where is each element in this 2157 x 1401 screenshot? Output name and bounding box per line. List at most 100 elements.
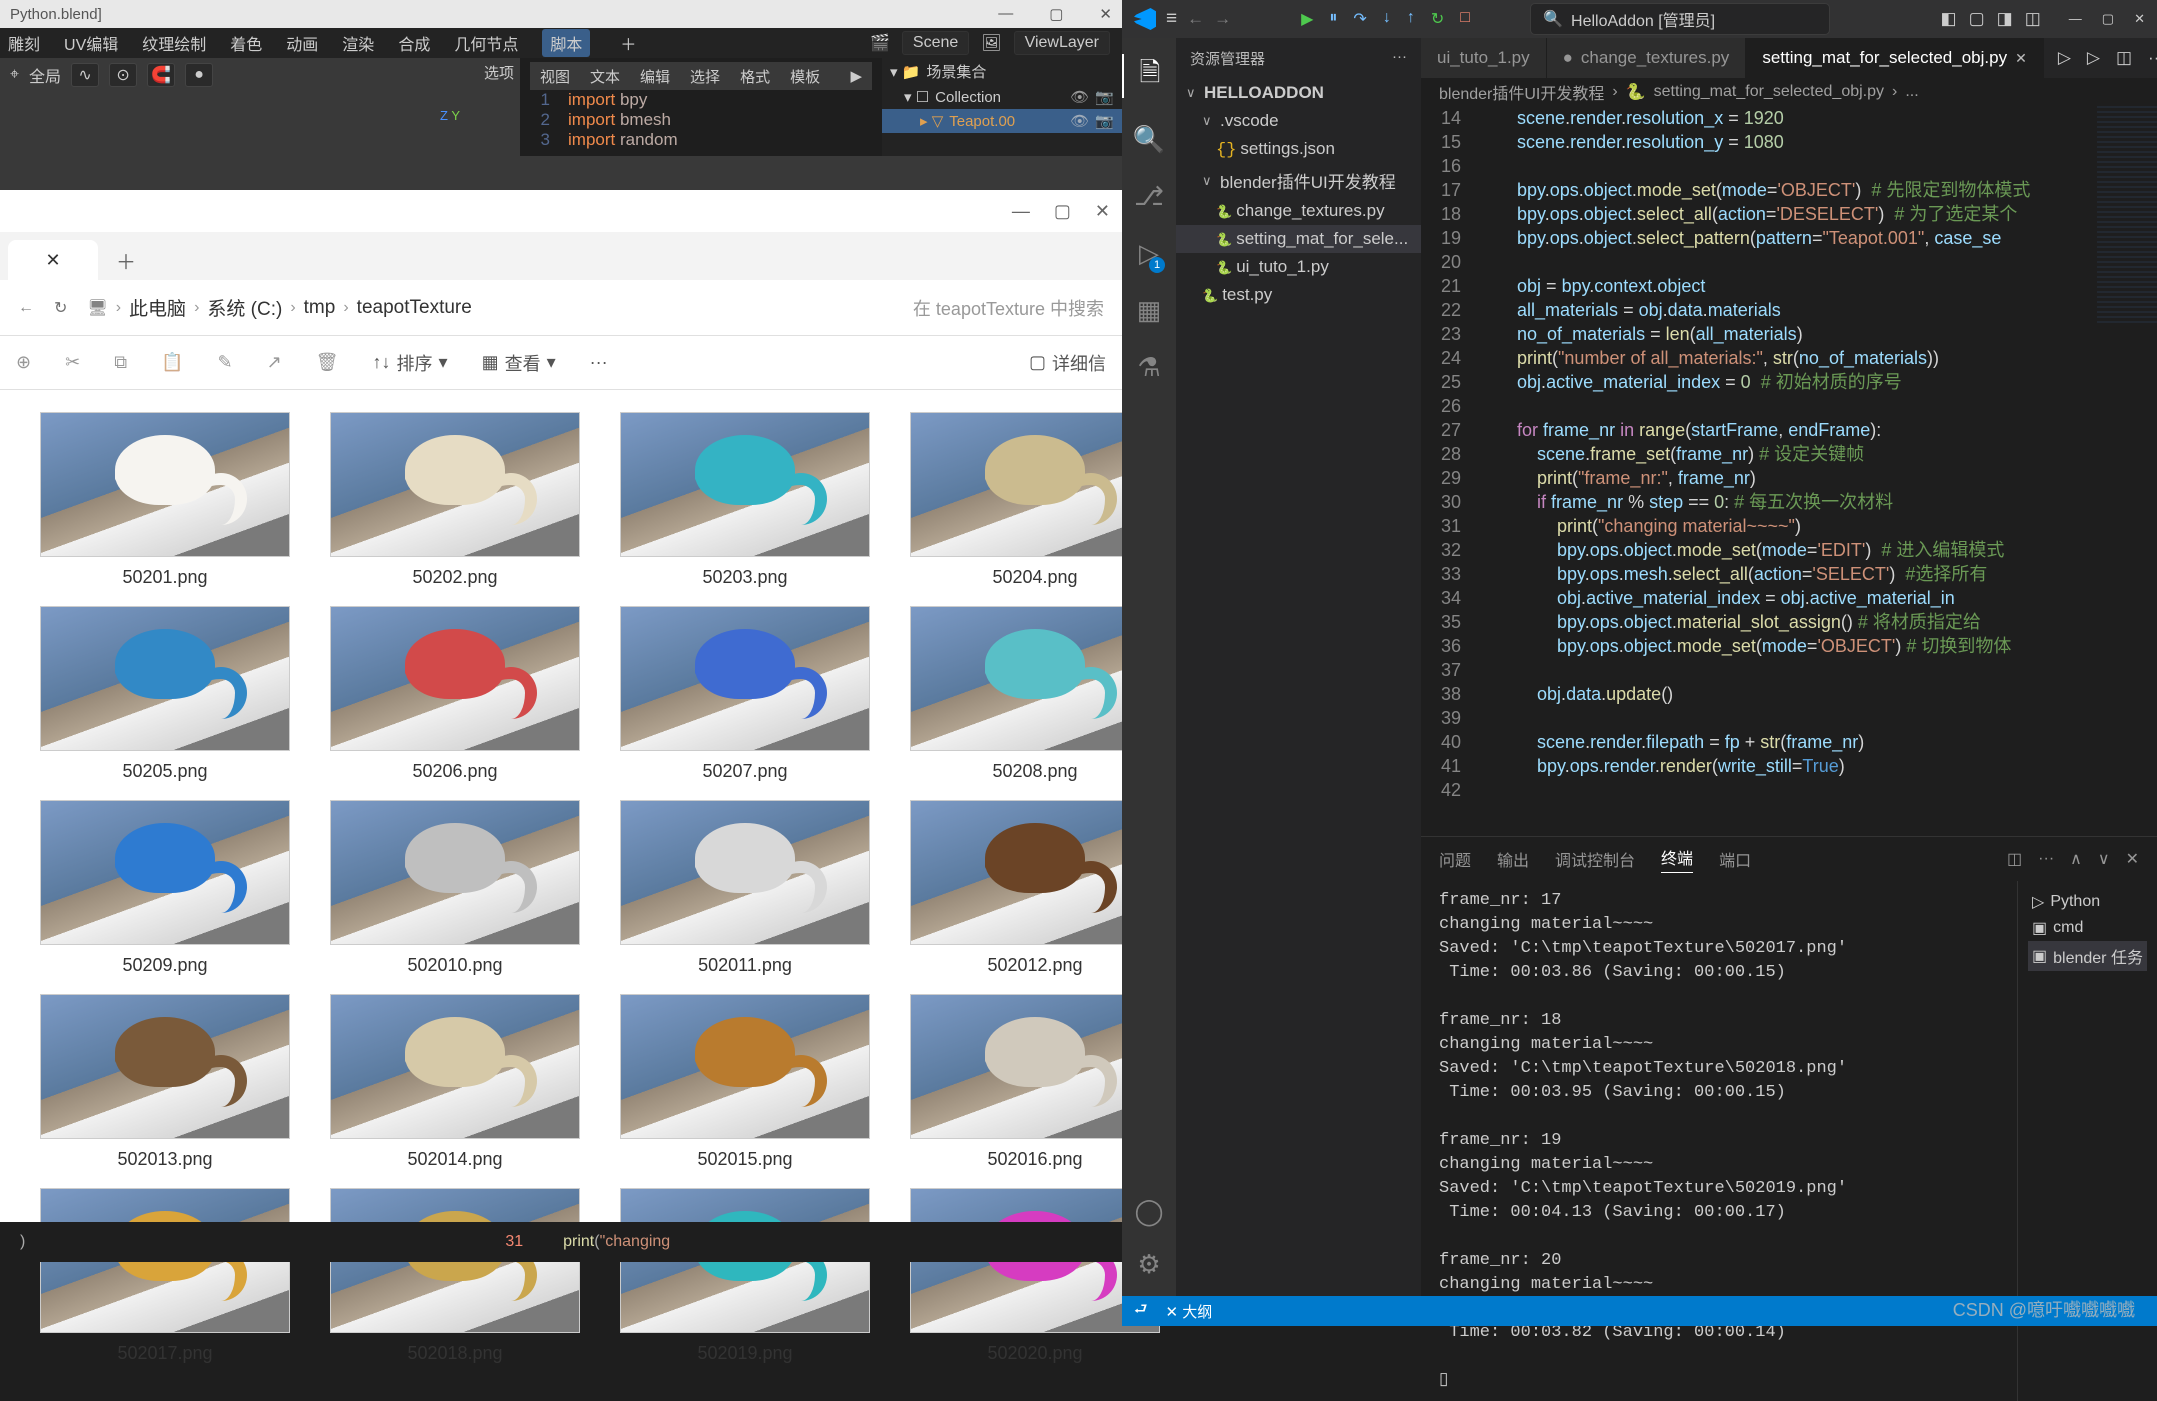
layout-icon[interactable]: ◧: [1941, 9, 1957, 29]
accounts-icon[interactable]: ◯: [1134, 1196, 1163, 1227]
debug-stop-icon[interactable]: □: [1460, 9, 1470, 29]
panel-tab[interactable]: 问题: [1439, 847, 1471, 871]
collection-icon[interactable]: ▾ ☐: [904, 88, 929, 106]
layout-icon[interactable]: ◨: [1997, 9, 2013, 29]
debug-stepout-icon[interactable]: ↑: [1407, 9, 1415, 29]
camera-icon[interactable]: 📷: [1095, 112, 1114, 130]
breadcrumb[interactable]: tmp: [304, 297, 336, 319]
ws-tab[interactable]: 合成: [398, 31, 430, 55]
viewport-options[interactable]: 选项: [484, 62, 514, 83]
eye-icon[interactable]: 👁: [1070, 112, 1089, 130]
copy-icon[interactable]: ⧉: [114, 352, 127, 373]
rename-icon[interactable]: ✎: [217, 352, 232, 373]
axis-z-icon[interactable]: Z: [440, 108, 448, 123]
blender-outliner[interactable]: ▾ 📁场景集合 ▾ ☐Collection👁📷 ▸ ▽Teapot.00👁📷: [882, 58, 1122, 156]
close-icon[interactable]: ✕: [2134, 11, 2145, 27]
activity-scm-icon[interactable]: ⎇: [1134, 181, 1164, 212]
back-icon[interactable]: ←: [18, 299, 34, 317]
debug-stepover-icon[interactable]: ↷: [1353, 9, 1366, 29]
scene-field[interactable]: Scene: [902, 31, 969, 55]
restore-icon[interactable]: ▢: [1054, 201, 1071, 222]
magnet-icon[interactable]: 🧲: [147, 63, 175, 87]
tree-file[interactable]: change_textures.py: [1176, 197, 1421, 225]
file-thumbnail[interactable]: [620, 606, 870, 751]
minimize-icon[interactable]: —: [1012, 201, 1030, 222]
close-icon[interactable]: ✕: [1099, 5, 1112, 23]
split-icon[interactable]: ◫: [2116, 48, 2132, 68]
run-icon[interactable]: ▶: [850, 67, 862, 85]
pc-icon[interactable]: 🖥: [87, 298, 107, 318]
command-center[interactable]: 🔍 HelloAddon [管理员]: [1530, 3, 1830, 35]
explorer-tab[interactable]: ✕: [8, 240, 98, 280]
activity-files-icon[interactable]: 🗎: [1122, 54, 1176, 98]
editor-tab[interactable]: ●change_textures.py: [1547, 38, 1747, 78]
breadcrumb[interactable]: 此电脑: [129, 294, 186, 321]
panel-up-icon[interactable]: ∧: [2070, 849, 2082, 869]
file-item[interactable]: 50202.png: [330, 412, 580, 588]
file-item[interactable]: 502015.png: [620, 994, 870, 1170]
tree-folder[interactable]: ∨.vscode: [1176, 107, 1421, 135]
ws-tab[interactable]: 纹理绘制: [142, 31, 206, 55]
new-icon[interactable]: ⊕: [16, 352, 31, 373]
tree-file[interactable]: ui_tuto_1.py: [1176, 253, 1421, 281]
breadcrumb[interactable]: 系统 (C:): [207, 294, 282, 321]
axis-y-icon[interactable]: Y: [451, 108, 460, 123]
tree-root[interactable]: ∨HELLOADDON: [1176, 79, 1421, 107]
file-item[interactable]: 502019.png: [620, 1188, 870, 1364]
file-item[interactable]: 502017.png: [40, 1188, 290, 1364]
tree-file-selected[interactable]: setting_mat_for_sele...: [1176, 225, 1421, 253]
file-thumbnail[interactable]: [620, 800, 870, 945]
panel-layout-icon[interactable]: ◫: [2007, 849, 2022, 869]
ws-tab-active[interactable]: 脚本: [542, 29, 590, 57]
file-thumbnail[interactable]: [40, 800, 290, 945]
panel-tab-active[interactable]: 终端: [1661, 845, 1693, 873]
minimize-icon[interactable]: —: [998, 5, 1013, 23]
explorer-search[interactable]: 在 teapotTexture 中搜索: [913, 295, 1104, 321]
file-thumbnail[interactable]: [330, 412, 580, 557]
file-item[interactable]: 502010.png: [330, 800, 580, 976]
minimap[interactable]: [2097, 106, 2157, 326]
file-item[interactable]: 502014.png: [330, 994, 580, 1170]
ws-tab[interactable]: 动画: [286, 31, 318, 55]
code-lines[interactable]: scene.render.resolution_x = 1920 scene.r…: [1477, 106, 2157, 836]
panel-tab[interactable]: 调试控制台: [1555, 847, 1635, 871]
share-icon[interactable]: ↗: [267, 352, 282, 373]
file-item[interactable]: 50209.png: [40, 800, 290, 976]
file-thumbnail[interactable]: [40, 412, 290, 557]
file-thumbnail[interactable]: [330, 800, 580, 945]
explorer-new-tab[interactable]: ＋: [106, 240, 146, 280]
file-item[interactable]: 502018.png: [330, 1188, 580, 1364]
back-icon[interactable]: ←: [1187, 9, 1204, 29]
activity-search-icon[interactable]: 🔍: [1133, 124, 1165, 155]
close-icon[interactable]: ✕: [1095, 201, 1110, 222]
tab-close-icon[interactable]: ✕: [2015, 50, 2027, 67]
file-item[interactable]: 50205.png: [40, 606, 290, 782]
file-thumbnail[interactable]: [330, 606, 580, 751]
debug-stepin-icon[interactable]: ↓: [1383, 9, 1391, 29]
blender-text-editor[interactable]: 视图 文本 编辑 选择 格式 模板 ▶ 1import bpy 2import …: [520, 58, 882, 156]
tree-file[interactable]: test.py: [1176, 281, 1421, 309]
text-menu[interactable]: 模板: [790, 66, 820, 87]
pivot-icon[interactable]: ⊙: [109, 63, 137, 87]
remote-icon[interactable]: ⮐: [1134, 1299, 1148, 1324]
delete-icon[interactable]: 🗑: [316, 352, 339, 373]
restore-icon[interactable]: ▢: [2102, 11, 2114, 27]
editor-more-icon[interactable]: ···: [2148, 48, 2157, 68]
file-item[interactable]: 502011.png: [620, 800, 870, 976]
maximize-icon[interactable]: ▢: [1049, 5, 1063, 23]
text-menu[interactable]: 格式: [740, 66, 770, 87]
file-thumbnail[interactable]: [330, 994, 580, 1139]
debug-file-icon[interactable]: ▷: [2087, 48, 2100, 68]
mode-dropdown[interactable]: 全局: [29, 63, 61, 87]
terminal-session[interactable]: ▷Python: [2028, 889, 2147, 915]
ws-tab[interactable]: 几何节点: [454, 31, 518, 55]
terminal-session[interactable]: ▣cmd: [2028, 915, 2147, 941]
debug-restart-icon[interactable]: ↻: [1431, 9, 1444, 29]
panel-close-icon[interactable]: ✕: [2126, 849, 2139, 869]
debug-continue-icon[interactable]: ▶: [1301, 9, 1313, 29]
blender-3d-viewport[interactable]: ⌖ 全局 ∿ ⊙ 🧲 ● 选项 Z Y: [0, 58, 520, 156]
layout-icon[interactable]: ▢: [1969, 9, 1985, 29]
panel-down-icon[interactable]: ∨: [2098, 849, 2110, 869]
ws-tab[interactable]: 着色: [230, 31, 262, 55]
text-menu[interactable]: 文本: [590, 66, 620, 87]
